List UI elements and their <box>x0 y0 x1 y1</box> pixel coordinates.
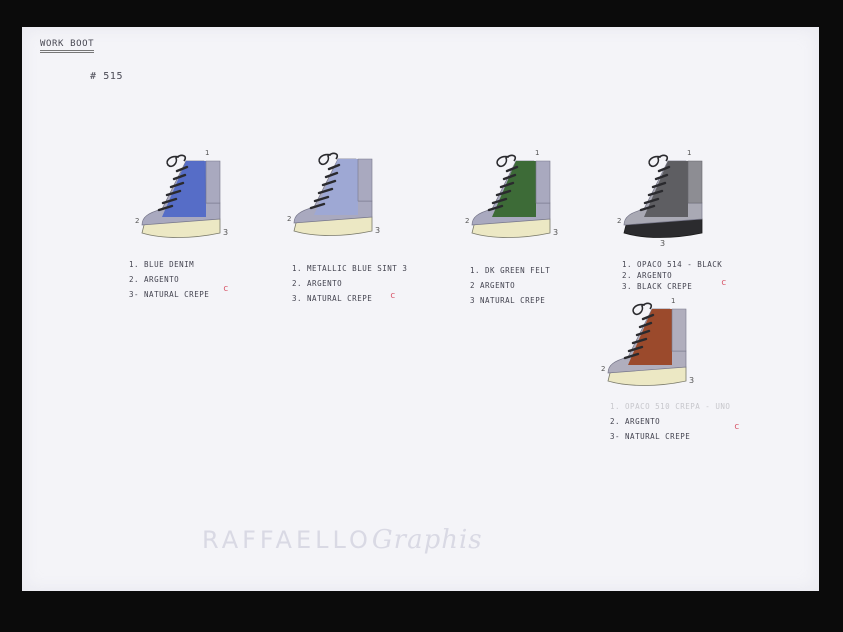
callout-1: 1 <box>687 149 691 157</box>
boot-heel <box>357 158 373 202</box>
callout-2: 2 <box>601 365 605 373</box>
callout-3: 3 <box>553 228 558 237</box>
callout-2: 2 <box>617 217 621 225</box>
model-number: # 515 <box>90 71 124 82</box>
boot-heel <box>205 160 221 204</box>
callout-3: 3 <box>375 226 380 235</box>
boot-illustration-metallic-blue: 2 3 <box>287 152 380 236</box>
note-toe: 2. ARGENTO <box>622 271 673 280</box>
callout-2: 2 <box>135 217 139 225</box>
callout-3: 3 <box>223 228 228 237</box>
colorway-notes-1: 1. BLUE DENIM 2. ARGENTO 3- NATURAL CREP… <box>129 257 209 302</box>
watermark-script: Graphis <box>371 525 483 555</box>
approval-mark: c <box>223 284 229 294</box>
note-sole: 3 NATURAL CREPE <box>470 296 546 305</box>
callout-2: 2 <box>287 215 291 223</box>
note-sole: 3- NATURAL CREPE <box>610 432 691 441</box>
approval-mark: c <box>721 278 727 288</box>
callout-1: 1 <box>671 297 675 305</box>
note-sole: 3. BLACK CREPE <box>622 282 693 291</box>
note-toe: 2. ARGENTO <box>292 279 343 288</box>
boot-heel <box>671 308 687 352</box>
approval-mark: c <box>734 422 740 432</box>
colorway-notes-5: 1. OPACO 510 CREPA - UNO 2. ARGENTO 3- N… <box>610 399 730 444</box>
watermark-brand: RAFFAELLO <box>202 526 372 554</box>
boot-heel <box>687 160 703 204</box>
colorway-notes-4: 1. OPACO 514 - BLACK 2. ARGENTO 3. BLACK… <box>622 259 722 292</box>
note-toe: 2. ARGENTO <box>129 275 180 284</box>
note-upper: 1. METALLIC BLUE SINT 3 <box>292 264 408 273</box>
note-sole: 3- NATURAL CREPE <box>129 290 210 299</box>
colorway-notes-3: 1. DK GREEN FELT 2 ARGENTO 3 NATURAL CRE… <box>470 263 550 308</box>
brand-watermark: RAFFAELLOGraphis <box>202 525 483 555</box>
note-toe: 2 ARGENTO <box>470 281 516 290</box>
boot-illustration-dk-green: 1 2 3 <box>465 149 558 238</box>
callout-2: 2 <box>465 217 469 225</box>
approval-mark: c <box>390 291 396 301</box>
callout-1: 1 <box>205 149 209 157</box>
note-upper: 1. OPACO 510 CREPA - UNO <box>610 402 731 411</box>
callout-1: 1 <box>535 149 539 157</box>
boot-heel <box>535 160 551 204</box>
note-upper: 1. BLUE DENIM <box>129 260 195 269</box>
sheet-title: WORK BOOT <box>40 39 95 53</box>
note-toe: 2. ARGENTO <box>610 417 661 426</box>
note-upper: 1. OPACO 514 - BLACK <box>622 260 723 269</box>
boot-illustration-blue-denim: 1 2 3 <box>135 149 228 238</box>
boot-illustration-black: 1 2 3 <box>617 149 703 247</box>
boot-illustration-brown: 1 2 3 <box>601 297 694 386</box>
callout-3: 3 <box>689 376 694 385</box>
drawing-sheet: WORK BOOT # 515 1 2 3 1. BLUE DENIM 2. A… <box>22 27 819 591</box>
note-upper: 1. DK GREEN FELT <box>470 266 551 275</box>
callout-3: 3 <box>660 239 665 247</box>
